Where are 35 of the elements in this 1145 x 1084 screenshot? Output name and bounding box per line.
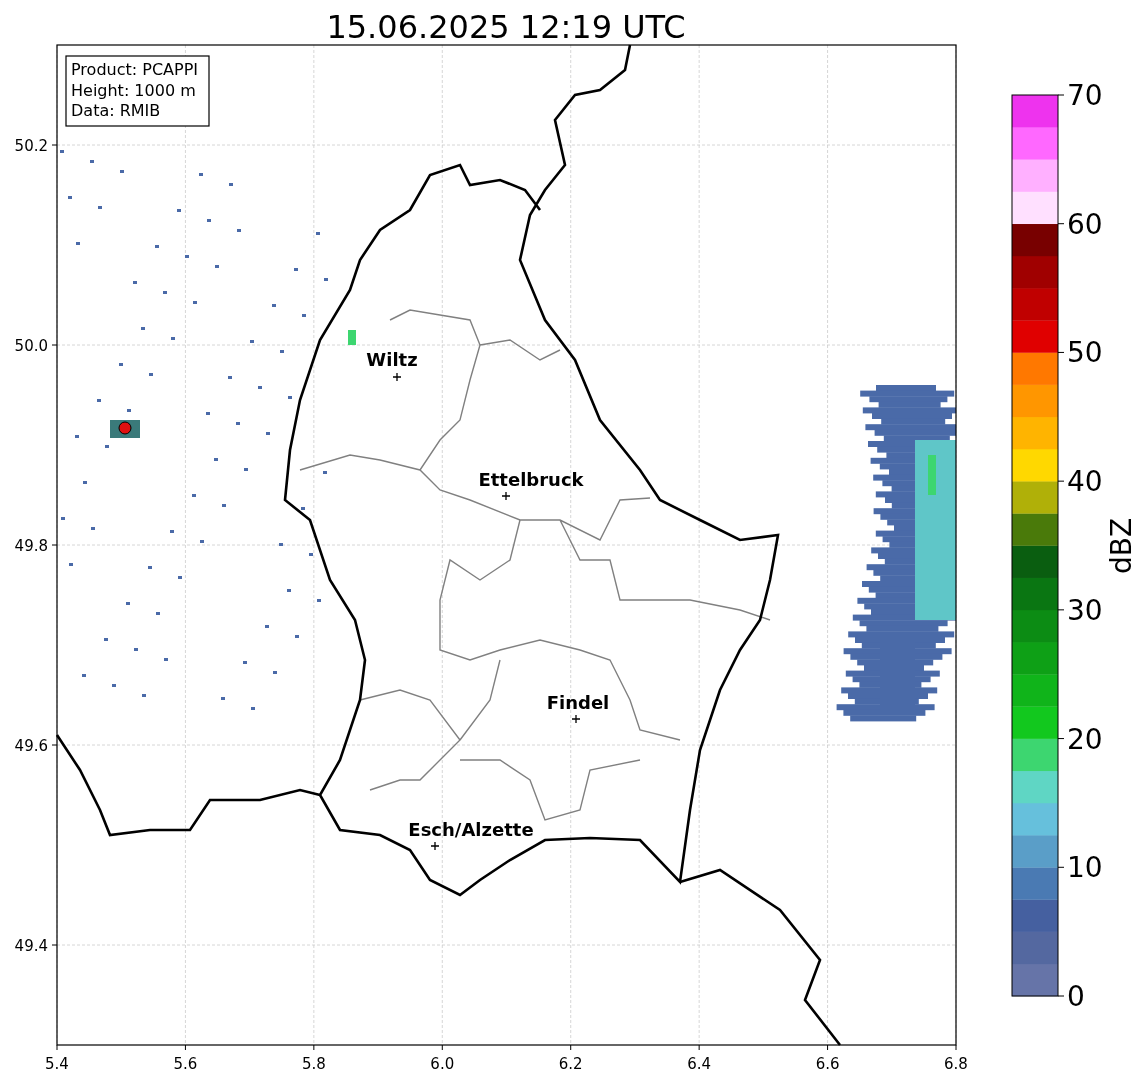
city-marker-icon [392,372,402,382]
axis-tick-label: 5.4 [45,1055,69,1073]
city-label: Ettelbruck [478,469,584,490]
city-label: Wiltz [366,349,418,370]
colorbar-tick-label: 50 [1067,336,1103,370]
axis-tick-label: 49.4 [14,937,48,955]
colorbar-tick-label: 0 [1067,980,1085,1013]
colorbar-tick-label: 70 [1067,79,1103,112]
axis-tick-label: 50.0 [14,337,48,355]
axis-tick-label: 6.0 [430,1055,455,1073]
colorbar-tick-label: 60 [1067,207,1103,241]
axis-tick-label: 6.6 [815,1055,840,1073]
axis-tick-label: 6.8 [944,1055,968,1073]
axis-tick-label: 50.2 [14,137,48,155]
axis-tick-label: 6.4 [687,1055,712,1073]
info-text: Height: 1000 m [71,80,196,100]
colorbar-tick-label: 40 [1067,465,1103,499]
axis-tick-label: 49.6 [14,737,48,755]
chart-title: 15.06.2025 12:19 UTC [326,8,686,46]
radar-site-marker [118,421,132,435]
info-text: Data: RMIB [71,101,161,120]
city-label: Findel [546,692,610,713]
axis-tick-label: 6.2 [558,1055,583,1073]
city-label: Esch/Alzette [408,819,534,840]
colorbar-label: dBZ [1105,517,1138,575]
info-text: Product: PCAPPI [71,60,198,79]
colorbar-tick-label: 10 [1067,851,1103,885]
axis-tick-label: 49.8 [14,537,48,555]
city-marker-icon [430,841,440,851]
axis-tick-label: 5.8 [301,1055,326,1073]
colorbar-tick-label: 30 [1067,593,1103,627]
city-marker-icon [571,714,581,724]
city-marker-icon [501,491,511,501]
axis-tick-label: 5.6 [173,1055,198,1073]
colorbar-tick-label: 20 [1067,722,1103,756]
